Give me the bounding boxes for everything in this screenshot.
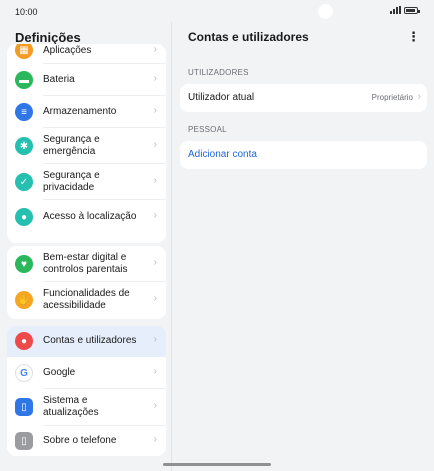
signal-icon — [390, 6, 401, 14]
settings-title: Definições — [15, 30, 81, 45]
chevron-right-icon: › — [153, 293, 157, 304]
settings-list-pane: Definições ▦ Aplicações › ▬ Bateria › ≡ … — [0, 22, 172, 471]
more-options-icon[interactable]: ⋮ — [407, 29, 420, 45]
page-title: Contas e utilizadores — [188, 30, 309, 44]
current-user-value: Proprietário — [371, 93, 413, 102]
settings-item-label: Sistema e atualizações — [43, 395, 99, 418]
settings-item-label: Funcionalidades de acessibilidade — [43, 288, 130, 311]
camera-cutout — [318, 4, 333, 19]
wellbeing-icon: ♥ — [15, 255, 33, 273]
add-account-row[interactable]: Adicionar conta — [180, 141, 427, 169]
section-header-users: UTILIZADORES — [188, 68, 249, 77]
home-indicator[interactable] — [163, 463, 271, 466]
settings-item-label: Segurança e emergência — [43, 134, 100, 157]
settings-item-about[interactable]: ▯ Sobre o telefone › — [7, 426, 166, 456]
settings-group-1: ▦ Aplicações › ▬ Bateria › ≡ Armazenamen… — [7, 44, 166, 243]
chevron-right-icon: › — [153, 139, 157, 150]
google-icon: G — [15, 364, 33, 382]
settings-item-label: Bem-estar digital e controlos parentais — [43, 252, 128, 275]
settings-item-label: Contas e utilizadores — [43, 335, 137, 346]
settings-item-label: Aplicações — [43, 45, 92, 56]
settings-group-2: ♥ Bem-estar digital e controlos parentai… — [7, 246, 166, 319]
settings-item-label: Segurança e privacidade — [43, 170, 100, 193]
chevron-right-icon: › — [153, 44, 157, 55]
settings-item-accounts[interactable]: ● Contas e utilizadores › — [7, 326, 166, 357]
chevron-right-icon: › — [153, 73, 157, 84]
chevron-right-icon: › — [153, 434, 157, 445]
chevron-right-icon: › — [153, 105, 157, 116]
shield-icon: ✓ — [15, 173, 33, 191]
system-icon: ▯ — [15, 398, 33, 416]
settings-item-label: Sobre o telefone — [43, 435, 117, 446]
settings-item-emergency[interactable]: ✱ Segurança e emergência › — [7, 128, 166, 164]
accessibility-icon: ✋ — [15, 291, 33, 309]
settings-item-google[interactable]: G Google › — [7, 357, 166, 389]
phone-info-icon: ▯ — [15, 432, 33, 450]
settings-item-storage[interactable]: ≡ Armazenamento › — [7, 96, 166, 128]
chevron-right-icon: › — [153, 210, 157, 221]
settings-item-apps[interactable]: ▦ Aplicações › — [7, 44, 166, 64]
battery-status-icon — [404, 6, 420, 14]
chevron-right-icon: › — [153, 366, 157, 377]
settings-item-label: Armazenamento — [43, 106, 117, 117]
settings-item-system[interactable]: ▯ Sistema e atualizações › — [7, 389, 166, 426]
current-user-label: Utilizador atual — [188, 92, 255, 103]
location-icon: ● — [15, 208, 33, 226]
settings-item-label: Acesso à localização — [43, 211, 137, 222]
status-icons — [390, 6, 420, 14]
add-account-link[interactable]: Adicionar conta — [188, 149, 257, 160]
settings-item-location[interactable]: ● Acesso à localização › — [7, 200, 166, 234]
apps-icon: ▦ — [15, 44, 33, 59]
emergency-icon: ✱ — [15, 137, 33, 155]
settings-group-3: ● Contas e utilizadores › G Google › ▯ S… — [7, 326, 166, 456]
battery-icon: ▬ — [15, 71, 33, 89]
section-header-personal: PESSOAL — [188, 125, 227, 134]
settings-item-wellbeing[interactable]: ♥ Bem-estar digital e controlos parentai… — [7, 246, 166, 282]
status-bar: 10:00 — [0, 0, 434, 22]
status-time: 10:00 — [15, 7, 38, 17]
settings-item-battery[interactable]: ▬ Bateria › — [7, 64, 166, 96]
chevron-right-icon: › — [153, 257, 157, 268]
settings-item-label: Bateria — [43, 74, 75, 85]
accounts-detail-pane: Contas e utilizadores ⋮ UTILIZADORES Uti… — [173, 22, 434, 471]
storage-icon: ≡ — [15, 103, 33, 121]
chevron-right-icon: › — [153, 175, 157, 186]
current-user-row[interactable]: Utilizador atual Proprietário › — [180, 84, 427, 112]
account-icon: ● — [15, 332, 33, 350]
settings-item-accessibility[interactable]: ✋ Funcionalidades de acessibilidade › — [7, 282, 166, 319]
settings-item-label: Google — [43, 367, 76, 378]
chevron-right-icon: › — [153, 334, 157, 345]
settings-item-privacy[interactable]: ✓ Segurança e privacidade › — [7, 164, 166, 200]
chevron-right-icon: › — [153, 400, 157, 411]
chevron-right-icon: › — [417, 91, 421, 102]
